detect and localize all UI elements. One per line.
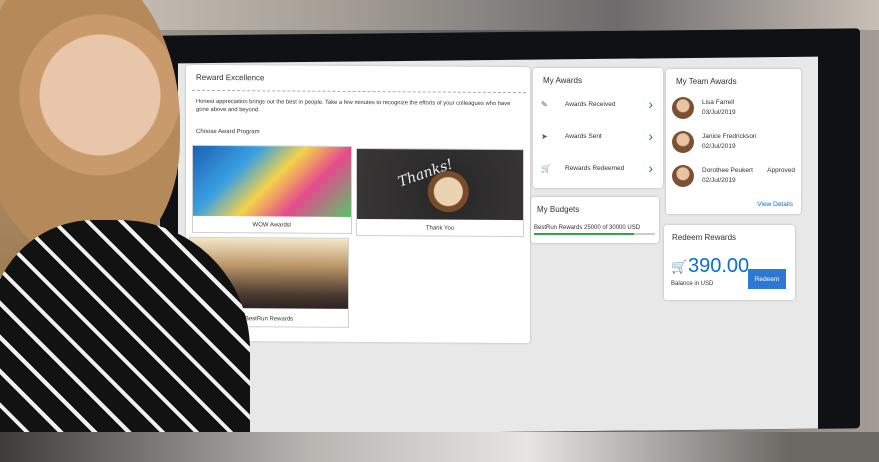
avatar [672,165,694,187]
my-budgets-title: My Budgets [537,205,580,214]
team-member[interactable]: Lisa Farrell 03/Jul/2019 [672,97,797,127]
program-label: WOW Awards! [252,222,292,229]
view-details-link[interactable]: View Details [757,201,793,208]
avatar [672,97,694,119]
choose-program-label: Choose Award Program [196,128,260,136]
cart-icon: 🛒 [671,259,688,274]
send-icon: ➤ [541,132,548,141]
redeem-title: Redeem Rewards [672,233,737,242]
team-awards-card: My Team Awards Lisa Farrell 03/Jul/2019 … [666,69,801,214]
program-tile-wow[interactable]: WOW Awards! [192,144,352,234]
chevron-right-icon: › [648,160,653,176]
balance-amount: 390.00 [688,255,750,277]
reward-description: Honest appreciation brings out the best … [196,98,511,114]
team-awards-title: My Team Awards [676,77,737,86]
row-label: Awards Sent [565,133,602,140]
cart-icon: 🛒 [541,164,551,173]
redeem-rewards-card: Redeem Rewards 🛒 390.00 Balance in USD R… [664,225,795,300]
my-awards-title: My Awards [543,76,582,85]
member-name: Dorothee Peukert [702,167,753,174]
balance-label: Balance in USD [671,281,714,287]
awards-received-row[interactable]: ✎ Awards Received › [539,94,657,118]
photo-scene: Reward Excellence Honest appreciation br… [0,0,879,462]
member-date: 02/Jul/2019 [702,143,736,150]
row-label: Rewards Redeemed [565,165,625,172]
member-date: 03/Jul/2019 [702,109,736,116]
program-tile-thank-you[interactable]: Thanks! Thank You [356,147,524,238]
budget-progress-fill [534,233,635,235]
program-label: Thank You [425,225,455,232]
status-badge: Approved [767,167,795,174]
my-budgets-card: My Budgets BestRun Rewards 25000 of 3000… [531,197,659,243]
my-awards-card: My Awards ✎ Awards Received › ➤ Awards S… [533,68,663,188]
row-label: Awards Received [565,101,616,108]
chevron-right-icon: › [648,128,653,144]
budget-line: BestRun Rewards 25000 of 30000 USD [534,225,641,231]
awards-sent-row[interactable]: ➤ Awards Sent › [539,126,657,150]
thank-you-image: Thanks! [357,148,523,221]
team-member[interactable]: Janice Fredrickson 02/Jul/2019 [672,131,797,161]
reward-title: Reward Excellence [196,72,265,83]
rewards-redeemed-row[interactable]: 🛒 Rewards Redeemed › [539,158,657,182]
avatar [672,131,694,153]
member-name: Lisa Farrell [702,99,735,106]
wow-awards-image [193,145,351,217]
award-icon: ✎ [541,100,548,109]
member-name: Janice Fredrickson [702,133,757,140]
team-member[interactable]: Dorothee Peukert 02/Jul/2019 Approved [672,165,797,195]
desk-foreground [0,432,879,462]
member-date: 02/Jul/2019 [702,177,736,184]
thanks-image-text: Thanks! [395,156,456,191]
redeem-button[interactable]: Redeem [748,269,786,289]
chevron-right-icon: › [648,96,653,112]
divider [192,89,526,94]
